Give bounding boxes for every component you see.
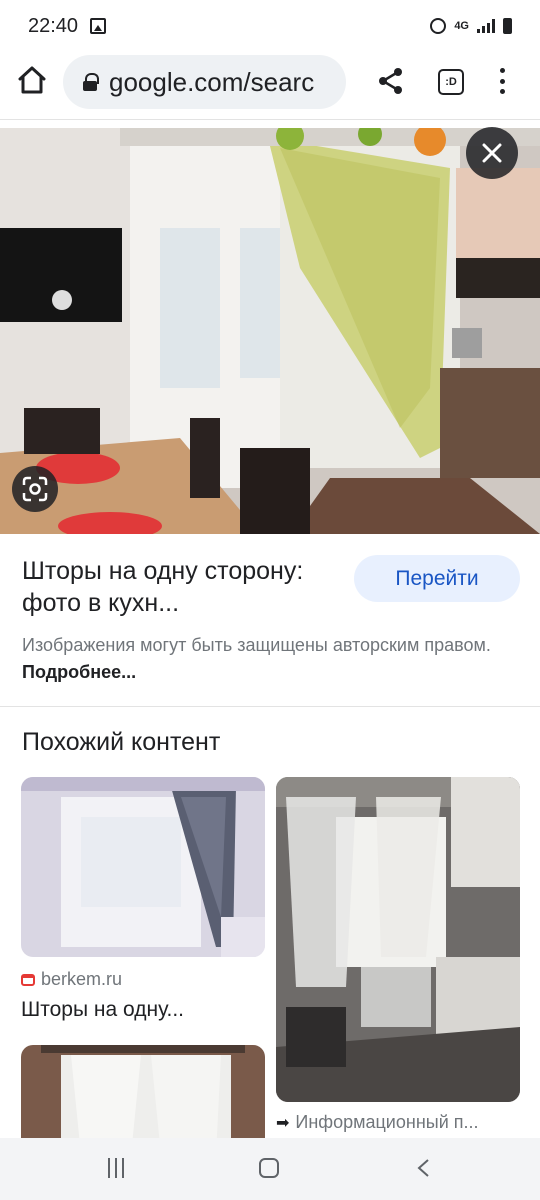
close-icon [482,143,502,163]
gallery-notification-icon [90,18,107,34]
related-image-1[interactable] [21,777,265,957]
lock-icon [83,73,99,91]
sofa-icon [21,973,35,986]
signal-icon [477,19,495,33]
related-image-2[interactable] [276,777,520,1102]
network-type: 4G [454,20,469,32]
browser-toolbar: google.com/searc :D [0,52,540,116]
url-text: google.com/searc [109,66,315,97]
close-button[interactable] [466,127,518,179]
section-divider [0,706,540,707]
recent-apps-button[interactable] [108,1158,124,1178]
system-nav-bar [0,1138,540,1200]
status-time: 22:40 [28,14,79,37]
related-source-1-label: berkem.ru [41,969,123,989]
toolbar-divider [0,119,540,120]
share-icon [379,68,402,94]
home-nav-button[interactable] [259,1158,279,1178]
google-lens-button[interactable] [12,466,58,512]
back-icon [417,1159,429,1177]
home-button[interactable] [14,62,50,98]
related-title-1[interactable]: Шторы на одну... [21,998,184,1022]
tab-switcher-button[interactable]: :D [438,69,464,95]
url-bar[interactable]: google.com/searc [63,55,346,109]
related-image-1-graphic [21,777,265,957]
share-button[interactable] [374,64,408,98]
arrow-right-icon: ➡ [276,1114,290,1132]
battery-icon [503,18,512,34]
related-image-2-graphic [276,777,520,1102]
alarm-icon [430,18,447,34]
status-bar: 22:40 4G [0,0,540,52]
copyright-text: Изображения могут быть защищены авторски… [22,635,491,655]
more-menu-button[interactable] [492,66,512,96]
google-lens-icon [22,476,48,502]
related-source-2[interactable]: ➡ Информационный п... [276,1112,479,1133]
copyright-more-link[interactable]: Подробнее... [22,662,136,682]
home-icon [18,66,46,94]
preview-image-graphic [0,128,540,534]
status-icons: 4G [430,18,512,34]
related-heading: Похожий контент [22,728,221,756]
visit-button[interactable]: Перейти [354,555,520,602]
copyright-notice: Изображения могут быть защищены авторски… [22,632,522,686]
related-source-1[interactable]: berkem.ru [21,969,122,990]
preview-image[interactable] [0,128,540,534]
result-title[interactable]: Шторы на одну сторону: фото в кухн... [22,555,342,619]
related-source-2-label: Информационный п... [295,1112,479,1132]
back-button[interactable] [416,1158,430,1178]
